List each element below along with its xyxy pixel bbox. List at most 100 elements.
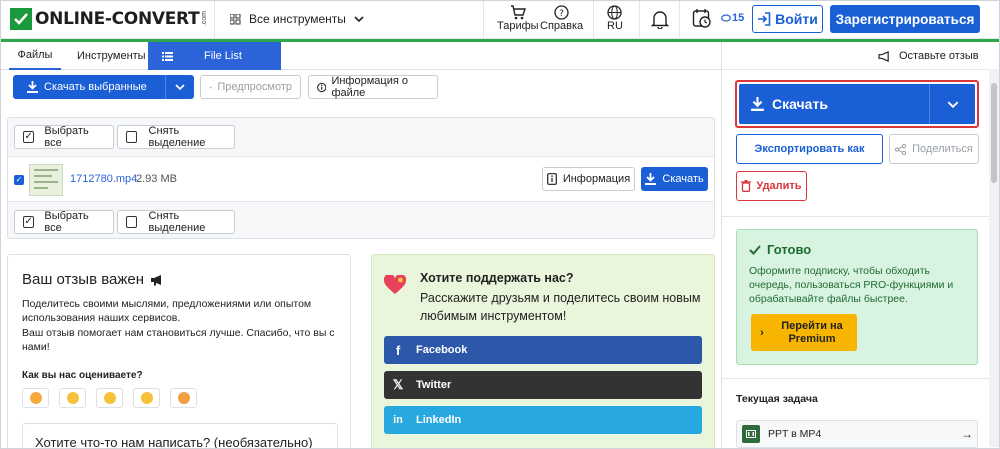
help-link[interactable]: ? Справка [540, 5, 583, 32]
all-tools-menu[interactable]: Все инструменты [230, 12, 364, 26]
download-selected-label: Скачать выбранные [44, 81, 147, 93]
linkedin-icon: in [393, 414, 403, 426]
checked-box-icon: ✓ [23, 216, 35, 228]
sad-face-icon [140, 392, 153, 404]
register-button[interactable]: Зарегистрироваться [830, 5, 980, 33]
rating-love-button[interactable] [22, 388, 49, 408]
rating-neutral-button[interactable] [96, 388, 123, 408]
language-selector[interactable]: RU [607, 5, 623, 32]
download-selected-main[interactable]: Скачать выбранные [13, 81, 165, 93]
feedback-card: Ваш отзыв важен Поделитесь своими мыслям… [7, 254, 351, 449]
main-download-highlight: Скачать [735, 80, 979, 128]
comment-box-title: Хотите что-то нам написать? (необязатель… [35, 435, 313, 449]
logo[interactable]: ONLINE-CONVERT .com [10, 8, 208, 30]
list-icon [162, 51, 173, 61]
current-task-item[interactable]: PPT в MP4 → [736, 420, 978, 448]
header-divider [483, 1, 484, 39]
download-icon [27, 81, 38, 93]
chevron-down-icon [354, 16, 364, 22]
file-info-row-button[interactable]: Информация [542, 167, 635, 191]
sidebar-divider [722, 378, 999, 379]
deselect-button[interactable]: Снять выделение [117, 125, 235, 149]
share-button[interactable]: Поделиться [889, 134, 979, 164]
deselect-button-bottom[interactable]: Снять выделение [117, 210, 235, 234]
facebook-label: Facebook [416, 344, 468, 356]
heart-icon [384, 275, 406, 294]
file-list-panel: ✓ Выбрать все Снять выделение ✓ 1712780.… [7, 117, 715, 239]
tab-file-list[interactable]: File List [148, 42, 281, 70]
sidebar-scrollbar[interactable] [989, 69, 999, 447]
main-download-action[interactable]: Скачать [739, 96, 929, 112]
login-button[interactable]: Войти [752, 5, 823, 33]
notifications-button[interactable] [650, 9, 670, 32]
preview-label: Предпросмотр [217, 81, 292, 93]
share-icon [895, 143, 907, 155]
eye-icon [209, 85, 213, 89]
rating-happy-button[interactable] [59, 388, 86, 408]
sidebar-divider [722, 69, 999, 70]
megaphone-icon [878, 50, 889, 62]
sidebar-divider [722, 216, 999, 217]
leave-review-link[interactable]: Оставьте отзыв [878, 50, 979, 62]
top-header: ONLINE-CONVERT .com Все инструменты Тари… [1, 1, 999, 39]
file-download-button[interactable]: Скачать [641, 167, 708, 191]
select-all-button-bottom[interactable]: ✓ Выбрать все [14, 210, 114, 234]
share-facebook-button[interactable]: f Facebook [384, 336, 702, 364]
support-text: Расскажите друзьям и поделитесь своим но… [420, 291, 701, 323]
tab-files[interactable]: Файлы [9, 42, 61, 70]
select-all-label: Выбрать все [44, 125, 89, 149]
main-download-dropdown[interactable] [929, 84, 975, 124]
empty-box-icon [126, 131, 137, 143]
export-as-button[interactable]: Экспортировать как [736, 134, 883, 164]
file-checkbox[interactable]: ✓ [14, 175, 24, 185]
document-info-icon [546, 173, 557, 185]
delete-label: Удалить [756, 180, 802, 192]
question-icon: ? [554, 5, 569, 20]
arrow-right-icon: → [961, 427, 973, 441]
go-premium-button[interactable]: › Перейти на Premium [751, 314, 857, 351]
download-icon [645, 173, 657, 185]
rating-angry-button[interactable] [170, 388, 197, 408]
file-info-label: Информация о файле [331, 75, 408, 99]
credits-badge[interactable]: 15 [721, 12, 744, 24]
file-name[interactable]: 1712780.mp4 [70, 173, 137, 185]
go-premium-line1: Перейти на [781, 319, 843, 332]
heart-eyes-face-icon [29, 392, 42, 404]
ready-title: Готово [749, 242, 811, 257]
download-selected-button[interactable]: Скачать выбранные [13, 75, 194, 99]
deselect-label: Снять выделение [148, 210, 206, 234]
file-info-button[interactable]: Информация о файле [308, 75, 438, 99]
download-selected-dropdown[interactable] [165, 75, 194, 99]
logo-suffix: .com [201, 11, 209, 27]
grid-icon [230, 13, 241, 24]
delete-button[interactable]: Удалить [736, 171, 807, 201]
logo-text: ONLINE-CONVERT [35, 9, 200, 29]
go-premium-label: Перейти на Premium [773, 320, 857, 346]
tab-tools[interactable]: Инструменты [77, 42, 147, 70]
file-tabs: Файлы Инструменты File List [1, 42, 721, 70]
comment-box[interactable]: Хотите что-то нам написать? (необязатель… [22, 423, 338, 449]
share-linkedin-button[interactable]: in LinkedIn [384, 406, 702, 434]
download-icon [751, 97, 764, 111]
file-thumbnail [29, 164, 63, 196]
file-info-row-label: Информация [562, 173, 631, 185]
ready-text: Оформите подписку, чтобы обходить очеред… [749, 265, 954, 305]
scrollbar-thumb[interactable] [991, 83, 997, 183]
all-tools-label: Все инструменты [249, 12, 346, 26]
tab-file-list-label: File List [204, 50, 242, 62]
share-twitter-button[interactable]: 𝕏 Twitter [384, 371, 702, 399]
ready-card: Готово Оформите подписку, чтобы обходить… [736, 229, 978, 365]
rating-sad-button[interactable] [133, 388, 160, 408]
help-label: Справка [540, 20, 584, 32]
main-download-button[interactable]: Скачать [739, 84, 975, 124]
current-task-label: PPT в MP4 [768, 428, 822, 440]
share-label: Поделиться [912, 143, 973, 155]
select-all-button[interactable]: ✓ Выбрать все [14, 125, 114, 149]
tariffs-link[interactable]: Тарифы [497, 5, 539, 32]
history-button[interactable] [692, 8, 712, 32]
neutral-face-icon [103, 392, 116, 404]
happy-face-icon [66, 392, 79, 404]
facebook-icon: f [395, 342, 401, 358]
file-row[interactable]: ✓ 1712780.mp4 2.93 MB Информация Скачать [8, 156, 714, 202]
preview-button[interactable]: Предпросмотр [200, 75, 301, 99]
